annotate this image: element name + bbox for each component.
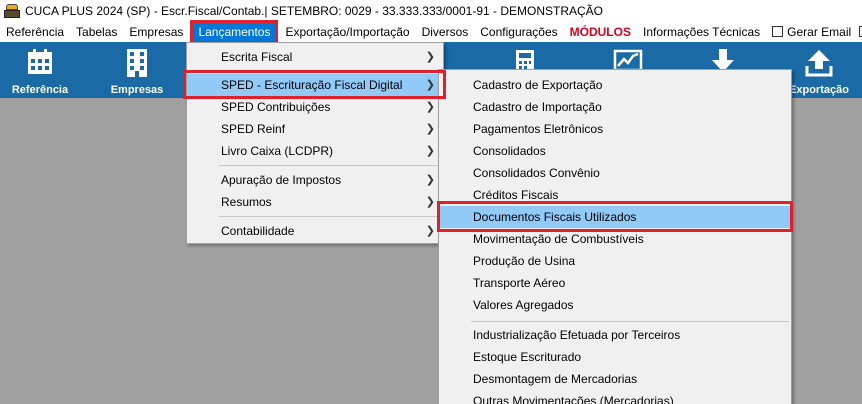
menu-item-cadastro-exportacao[interactable]: Cadastro de Exportação bbox=[439, 74, 791, 96]
exportacao-button[interactable]: Exportação bbox=[786, 42, 852, 98]
chevron-right-icon: ❯ bbox=[425, 174, 435, 186]
menu-item-consolidados[interactable]: Consolidados bbox=[439, 140, 791, 162]
chevron-right-icon: ❯ bbox=[425, 145, 435, 157]
menu-item-creditos-fiscais[interactable]: Créditos Fiscais bbox=[439, 184, 791, 206]
referencia-button[interactable]: Referência bbox=[2, 42, 78, 98]
menu-item-desmontagem-mercadorias[interactable]: Desmontagem de Mercadorias bbox=[439, 368, 791, 390]
menu-item-escrita-fiscal[interactable]: Escrita Fiscal ❯ bbox=[187, 46, 443, 68]
menu-item-outras-movimentacoes[interactable]: Outras Movimentações (Mercadorias) bbox=[439, 390, 791, 404]
menu-referencia[interactable]: Referência bbox=[0, 22, 70, 42]
menu-item-resumos[interactable]: Resumos ❯ bbox=[187, 191, 443, 213]
menu-modulos[interactable]: MÓDULOS bbox=[564, 22, 637, 42]
menu-item-documentos-fiscais-utilizados[interactable]: Documentos Fiscais Utilizados bbox=[439, 206, 791, 228]
chevron-right-icon: ❯ bbox=[425, 101, 435, 113]
chevron-right-icon: ❯ bbox=[425, 51, 435, 63]
chevron-right-icon: ❯ bbox=[425, 123, 435, 135]
menu-empresas[interactable]: Empresas bbox=[123, 22, 189, 42]
menu-item-pagamentos-eletronicos[interactable]: Pagamentos Eletrônicos bbox=[439, 118, 791, 140]
menu-item-sped-fiscal[interactable]: SPED - Escrituração Fiscal Digital ❯ bbox=[187, 74, 443, 96]
menu-item-movimentacao-combustiveis[interactable]: Movimentação de Combustíveis bbox=[439, 228, 791, 250]
menu-lancamentos[interactable]: Lançamentos bbox=[190, 20, 279, 44]
app-icon bbox=[4, 3, 20, 19]
title-bar: CUCA PLUS 2024 (SP) - Escr.Fiscal/Contab… bbox=[0, 0, 862, 22]
lancamentos-dropdown: Escrita Fiscal ❯ SPED - Escrituração Fisc… bbox=[186, 42, 444, 244]
exportacao-label: Exportação bbox=[789, 84, 849, 96]
menu-diversos[interactable]: Diversos bbox=[416, 22, 475, 42]
chevron-right-icon: ❯ bbox=[425, 196, 435, 208]
menu-bar: Referência Tabelas Empresas Lançamentos … bbox=[0, 20, 862, 44]
menu-informacoes-tecnicas[interactable]: Informações Técnicas bbox=[637, 22, 766, 42]
menu-item-livro-caixa[interactable]: Livro Caixa (LCDPR) ❯ bbox=[187, 140, 443, 162]
menu-separator bbox=[219, 216, 441, 217]
menu-item-estoque-escriturado[interactable]: Estoque Escriturado bbox=[439, 346, 791, 368]
upload-icon bbox=[805, 50, 833, 77]
empresas-button[interactable]: Empresas bbox=[100, 42, 174, 98]
referencia-label: Referência bbox=[11, 84, 69, 96]
calendar-icon bbox=[28, 49, 52, 74]
menu-last-toggle[interactable]: E bbox=[857, 22, 862, 44]
gerar-email-checkbox[interactable] bbox=[772, 26, 784, 37]
menu-item-contabilidade[interactable]: Contabilidade ❯ bbox=[187, 220, 443, 242]
empresas-label: Empresas bbox=[110, 84, 164, 96]
menu-item-producao-usina[interactable]: Produção de Usina bbox=[439, 250, 791, 272]
window-title: CUCA PLUS 2024 (SP) - Escr.Fiscal/Contab… bbox=[25, 4, 604, 18]
menu-tabelas[interactable]: Tabelas bbox=[70, 22, 123, 42]
menu-item-valores-agregados[interactable]: Valores Agregados bbox=[439, 294, 791, 316]
sped-submenu: Cadastro de Exportação Cadastro de Impor… bbox=[438, 69, 792, 404]
menu-item-cadastro-importacao[interactable]: Cadastro de Importação bbox=[439, 96, 791, 118]
menu-exportacao-importacao[interactable]: Exportação/Importação bbox=[279, 22, 415, 42]
menu-item-sped-reinf[interactable]: SPED Reinf ❯ bbox=[187, 118, 443, 140]
menu-item-apuracao-impostos[interactable]: Apuração de Impostos ❯ bbox=[187, 169, 443, 191]
gerar-email-toggle[interactable]: Gerar Email bbox=[766, 22, 857, 42]
chevron-right-icon: ❯ bbox=[425, 225, 435, 237]
chevron-right-icon: ❯ bbox=[425, 79, 435, 91]
menu-item-sped-contribuicoes[interactable]: SPED Contribuições ❯ bbox=[187, 96, 443, 118]
menu-item-consolidados-convenio[interactable]: Consolidados Convênio bbox=[439, 162, 791, 184]
menu-item-transporte-aereo[interactable]: Transporte Aéreo bbox=[439, 272, 791, 294]
gerar-email-label: Gerar Email bbox=[787, 25, 852, 39]
menu-configuracoes[interactable]: Configurações bbox=[474, 22, 563, 42]
menu-item-industrializacao-terceiros[interactable]: Industrialização Efetuada por Terceiros bbox=[439, 324, 791, 346]
menu-separator bbox=[219, 165, 441, 166]
building-icon bbox=[127, 49, 147, 77]
menu-separator bbox=[471, 321, 789, 322]
